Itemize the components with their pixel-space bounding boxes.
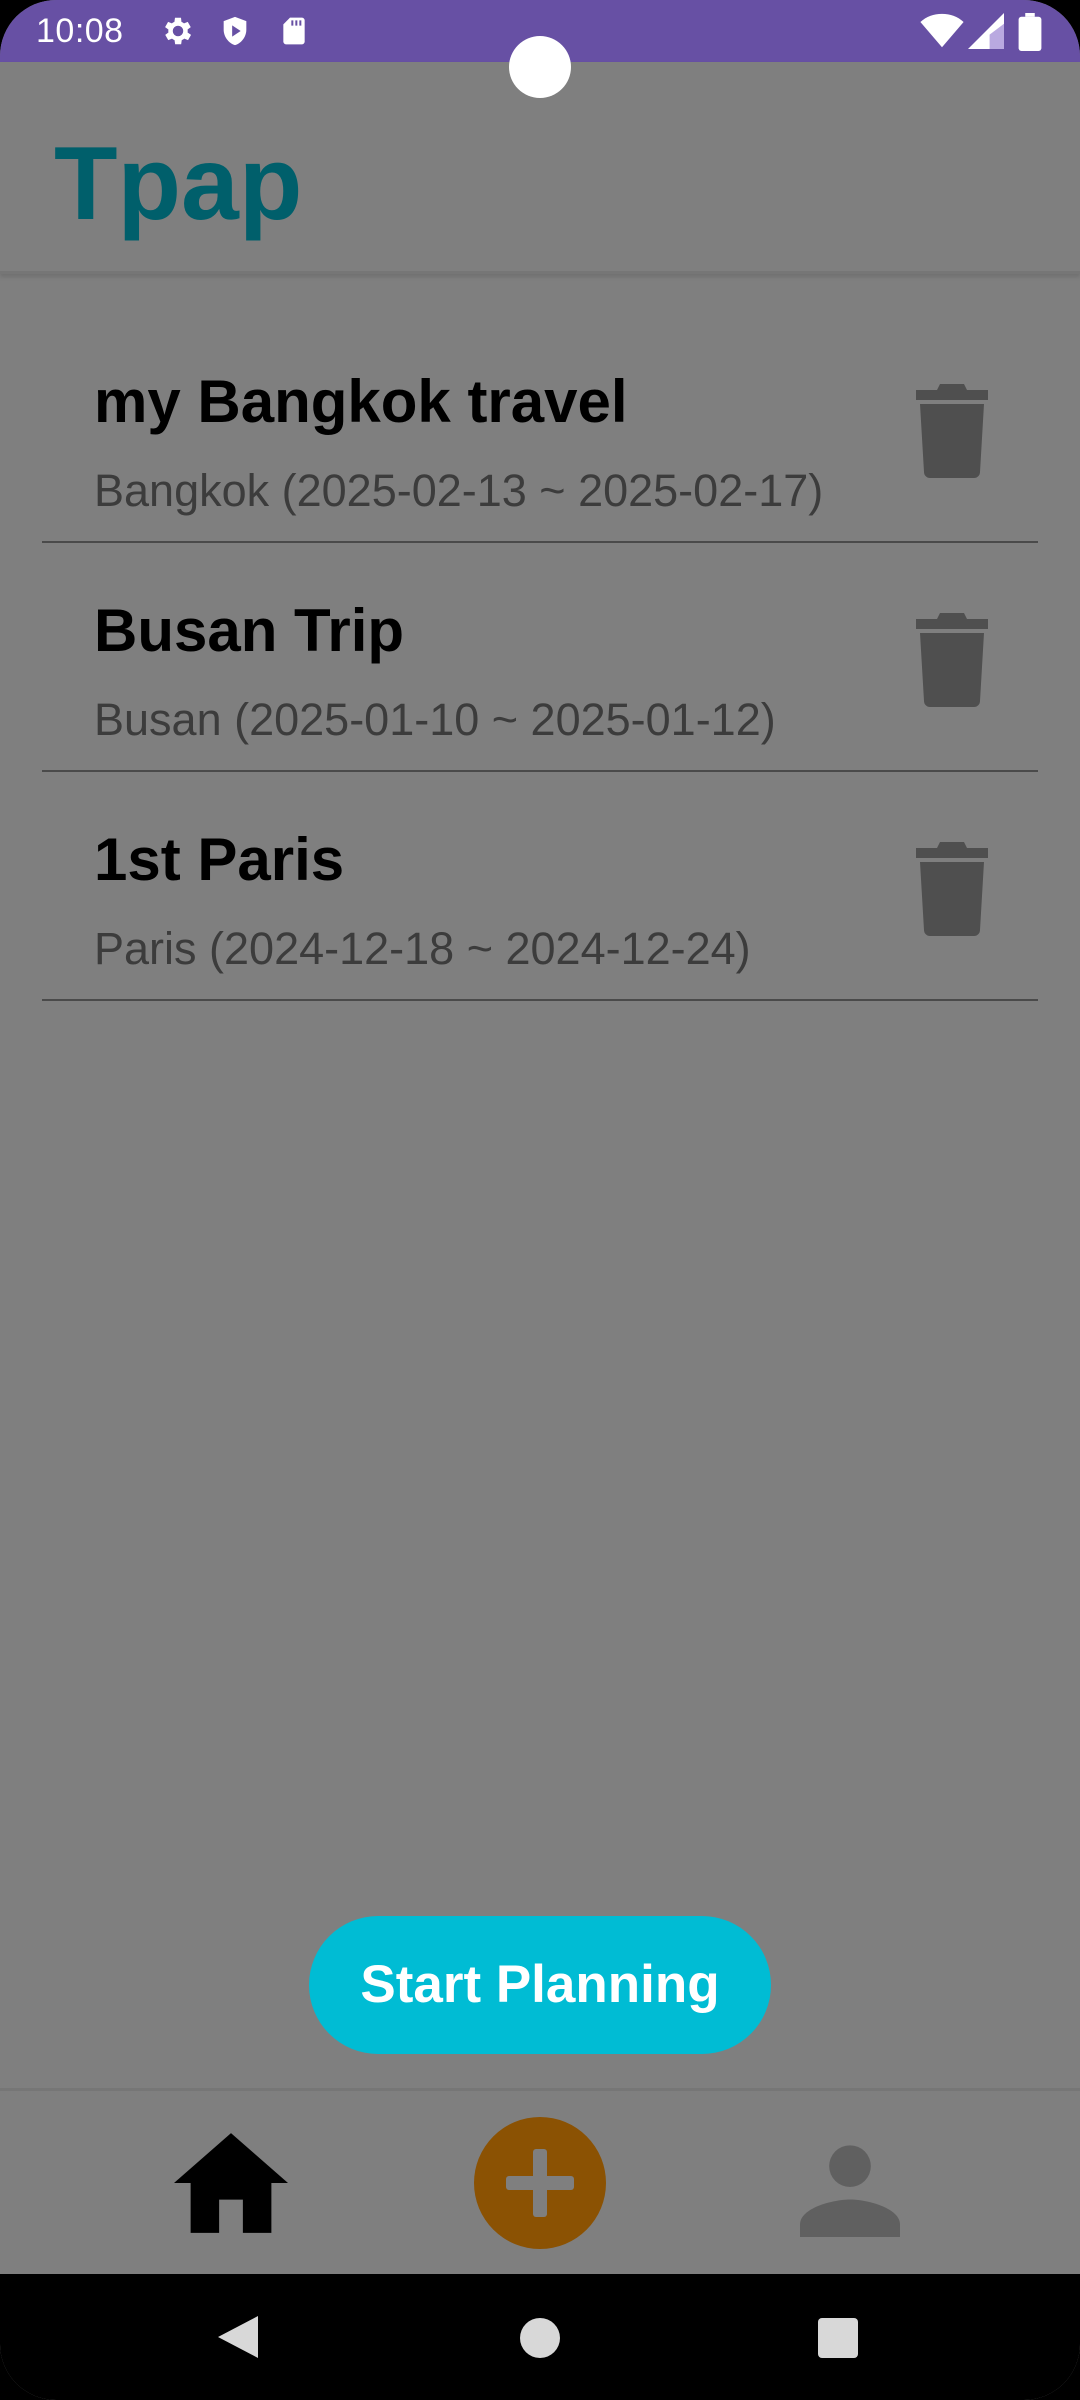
trip-name: my Bangkok travel [94, 368, 628, 435]
shield-icon [223, 16, 247, 46]
add-icon [506, 2149, 574, 2217]
camera-cutout [509, 36, 571, 98]
add-trip-button[interactable] [474, 2117, 606, 2249]
trip-destination-dates: Bangkok (2025-02-13 ~ 2025-02-17) [94, 465, 824, 516]
status-time: 10:08 [36, 12, 124, 50]
sd-card-icon [283, 17, 305, 45]
recents-icon[interactable] [818, 2318, 858, 2358]
start-planning-button[interactable]: Start Planning [309, 1916, 771, 2054]
trip-item[interactable]: Busan Trip Busan (2025-01-10 ~ 2025-01-1… [42, 543, 1038, 772]
wifi-icon [920, 13, 964, 48]
trip-destination-dates: Busan (2025-01-10 ~ 2025-01-12) [94, 694, 776, 745]
person-icon[interactable] [800, 2137, 900, 2237]
back-icon[interactable] [218, 2316, 258, 2358]
trip-name: Busan Trip [94, 597, 405, 664]
trip-item[interactable]: my Bangkok travel Bangkok (2025-02-13 ~ … [42, 314, 1038, 543]
trip-name: 1st Paris [94, 826, 345, 893]
trip-list: my Bangkok travel Bangkok (2025-02-13 ~ … [42, 314, 1038, 1001]
delete-trash-icon[interactable] [914, 613, 990, 707]
home-icon[interactable] [174, 2133, 288, 2233]
home-circle-icon[interactable] [520, 2318, 560, 2358]
system-navigation-bar [0, 2274, 1080, 2400]
trip-destination-dates: Paris (2024-12-18 ~ 2024-12-24) [94, 923, 751, 974]
bottom-navigation [0, 2088, 1080, 2274]
app-title: Tpap [54, 126, 303, 242]
trip-item[interactable]: 1st Paris Paris (2024-12-18 ~ 2024-12-24… [42, 772, 1038, 1001]
signal-icon [968, 13, 1004, 49]
app-screen: 10:08 Tpap my Bangkok travel Bangkok (20… [0, 0, 1080, 2400]
delete-trash-icon[interactable] [914, 384, 990, 478]
delete-trash-icon[interactable] [914, 842, 990, 936]
battery-icon [1018, 13, 1042, 51]
settings-icon [165, 17, 192, 45]
